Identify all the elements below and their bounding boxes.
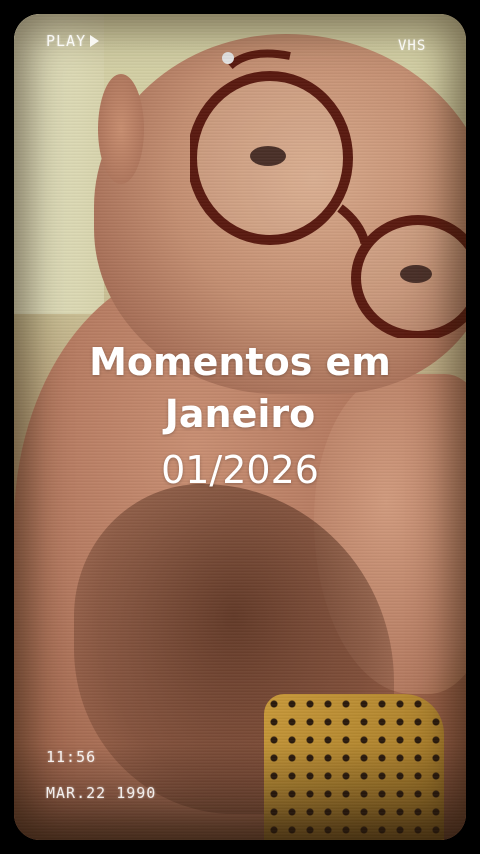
play-indicator: PLAY — [46, 32, 100, 50]
story-title: Momentos em Janeiro — [89, 340, 391, 436]
date-stamp: MAR.22 1990 — [46, 784, 157, 802]
story-date: 01/2026 — [161, 448, 319, 492]
play-label: PLAY — [46, 32, 87, 50]
time-stamp: 11:56 — [46, 748, 97, 766]
story-viewer: PLAY VHS 11:56 MAR.22 1990 Momentos em J… — [0, 0, 480, 854]
play-triangle-icon — [90, 35, 100, 47]
title-block: Momentos em Janeiro 01/2026 — [0, 336, 480, 496]
vhs-label: VHS — [398, 38, 427, 54]
